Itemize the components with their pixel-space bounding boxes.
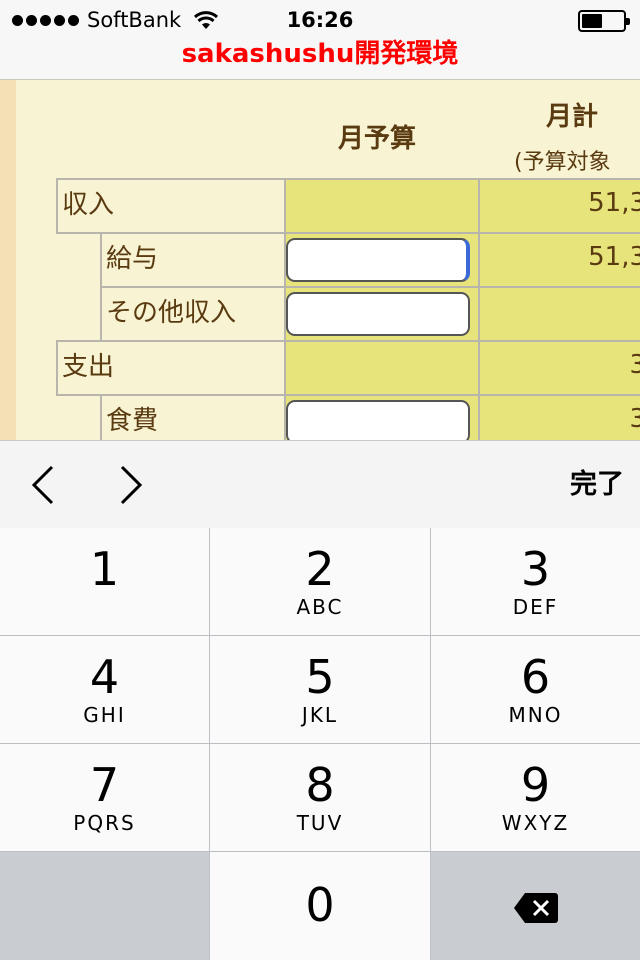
page-title: sakashushu開発環境 xyxy=(181,39,459,69)
other-income-budget-input[interactable] xyxy=(286,292,470,336)
chevron-right-icon[interactable] xyxy=(110,463,150,507)
key-9[interactable]: 9 WXYZ xyxy=(431,744,640,851)
blank-key xyxy=(0,852,209,960)
key-3[interactable]: 3 DEF xyxy=(431,528,640,635)
cell-food-budget xyxy=(284,394,480,440)
key-1[interactable]: 1 xyxy=(0,528,209,635)
status-bar: SoftBank 16:26 xyxy=(0,0,640,40)
browser-title-bar: sakashushu開発環境 xyxy=(0,36,640,80)
cell-income-budget xyxy=(284,178,480,234)
chevron-left-icon[interactable] xyxy=(24,463,64,507)
row-label-salary: 給与 xyxy=(100,232,286,288)
cell-other-income-total xyxy=(478,286,640,342)
cell-other-income-budget xyxy=(284,286,480,342)
key-2[interactable]: 2 ABC xyxy=(210,528,430,635)
cell-expense-total: 3 xyxy=(478,340,640,396)
key-5[interactable]: 5 JKL xyxy=(210,636,430,743)
row-label-food: 食費 xyxy=(100,394,286,440)
cell-income-total: 51,3 xyxy=(478,178,640,234)
column-header-total-sub: (予算対象 xyxy=(514,150,611,175)
number-keypad: 1 2 ABC 3 DEF 4 GHI 5 JKL 6 MNO 7 PQRS 8… xyxy=(0,528,640,960)
key-8[interactable]: 8 TUV xyxy=(210,744,430,851)
salary-budget-input[interactable] xyxy=(286,238,470,282)
key-4[interactable]: 4 GHI xyxy=(0,636,209,743)
row-label-income: 収入 xyxy=(56,178,286,234)
column-header-total: 月計 xyxy=(546,102,599,132)
cell-food-total: 3 xyxy=(478,394,640,440)
delete-key[interactable] xyxy=(431,852,640,960)
row-label-expense: 支出 xyxy=(56,340,286,396)
key-6[interactable]: 6 MNO xyxy=(431,636,640,743)
web-content: 月予算 月計 (予算対象 収入 51,3 給与 51,3 その他収入 支出 3 … xyxy=(0,80,640,440)
budget-panel: 月予算 月計 (予算対象 収入 51,3 給与 51,3 その他収入 支出 3 … xyxy=(16,80,640,440)
key-0[interactable]: 0 xyxy=(210,852,430,960)
cell-expense-budget xyxy=(284,340,480,396)
key-7[interactable]: 7 PQRS xyxy=(0,744,209,851)
keyboard-accessory-bar: 完了 xyxy=(0,440,640,528)
column-header-budget: 月予算 xyxy=(338,124,417,154)
status-time: 16:26 xyxy=(286,8,354,32)
backspace-icon xyxy=(514,893,558,923)
battery-icon xyxy=(578,10,630,32)
food-budget-input[interactable] xyxy=(286,400,470,440)
cell-salary-total: 51,3 xyxy=(478,232,640,288)
cell-salary-budget xyxy=(284,232,480,288)
done-button[interactable]: 完了 xyxy=(570,465,624,505)
row-label-other-income: その他収入 xyxy=(100,286,286,342)
